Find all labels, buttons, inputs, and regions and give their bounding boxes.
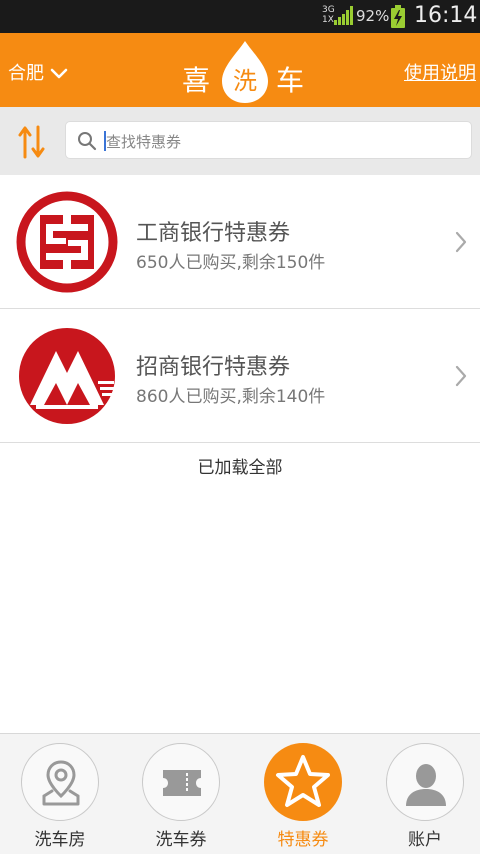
- search-icon: [78, 132, 97, 151]
- coupon-stats: 860人已购买,剩余140件: [136, 387, 326, 407]
- ticket-icon: [163, 770, 201, 796]
- tab-icon-circle: [264, 743, 342, 821]
- text-cursor: [104, 131, 106, 151]
- city-selector[interactable]: 合肥: [8, 59, 68, 85]
- coupon-item-cmb[interactable]: 招商银行特惠券 860人已购买,剩余140件: [0, 309, 480, 443]
- network-type: 3G 1X: [322, 5, 335, 25]
- sort-icon[interactable]: [18, 125, 46, 159]
- app-header: 合肥 喜 洗 车 使用说明: [0, 33, 480, 107]
- help-link[interactable]: 使用说明: [404, 59, 476, 85]
- tab-icon-circle: [142, 743, 220, 821]
- map-pin-icon: [42, 760, 80, 806]
- tab-label: 特惠券: [277, 830, 329, 850]
- search-input[interactable]: [104, 127, 468, 157]
- battery-charging-icon: [391, 5, 405, 28]
- coupon-title: 工商银行特惠券: [136, 221, 291, 246]
- coupon-item-icbc[interactable]: 工商银行特惠券 650人已购买,剩余150件: [0, 175, 480, 309]
- search-box[interactable]: [65, 121, 472, 159]
- logo-char-mid: 洗: [233, 67, 257, 95]
- tab-account[interactable]: 账户: [365, 743, 480, 853]
- app-logo: 喜 洗 车: [180, 39, 310, 103]
- coupon-stats: 650人已购买,剩余150件: [136, 253, 326, 273]
- user-icon: [406, 764, 446, 806]
- coupon-title: 招商银行特惠券: [136, 355, 291, 380]
- tab-label: 洗车券: [155, 830, 207, 850]
- cmb-logo-icon: [19, 328, 115, 424]
- signal-icon: [334, 6, 353, 25]
- battery-percent: 92%: [356, 7, 390, 25]
- clock: 16:14: [414, 3, 478, 28]
- tab-icon-circle: [386, 743, 464, 821]
- star-icon: [276, 755, 330, 807]
- bottom-nav: 洗车房 洗车券 特惠券 账户: [0, 733, 480, 854]
- tab-icon-circle: [21, 743, 99, 821]
- icbc-logo-icon: [16, 191, 118, 293]
- list-end-message: 已加载全部: [197, 458, 283, 478]
- tab-car-wash-shops[interactable]: 洗车房: [0, 743, 120, 853]
- tab-special-coupons[interactable]: 特惠券: [243, 743, 363, 853]
- tab-label: 洗车房: [34, 830, 86, 850]
- search-bar: [0, 107, 480, 175]
- chevron-right-icon: [455, 231, 467, 253]
- logo-char-right: 车: [276, 64, 305, 97]
- logo-char-left: 喜: [182, 64, 211, 97]
- chevron-right-icon: [455, 365, 467, 387]
- coupon-list: 工商银行特惠券 650人已购买,剩余150件 招商银行特惠券 860人已购买,剩…: [0, 175, 480, 443]
- status-bar: 3G 1X 92% 16:14: [0, 0, 480, 33]
- city-label: 合肥: [8, 63, 44, 84]
- tab-label: 账户: [408, 830, 442, 850]
- chevron-down-icon: [50, 68, 68, 79]
- tab-wash-tickets[interactable]: 洗车券: [121, 743, 241, 853]
